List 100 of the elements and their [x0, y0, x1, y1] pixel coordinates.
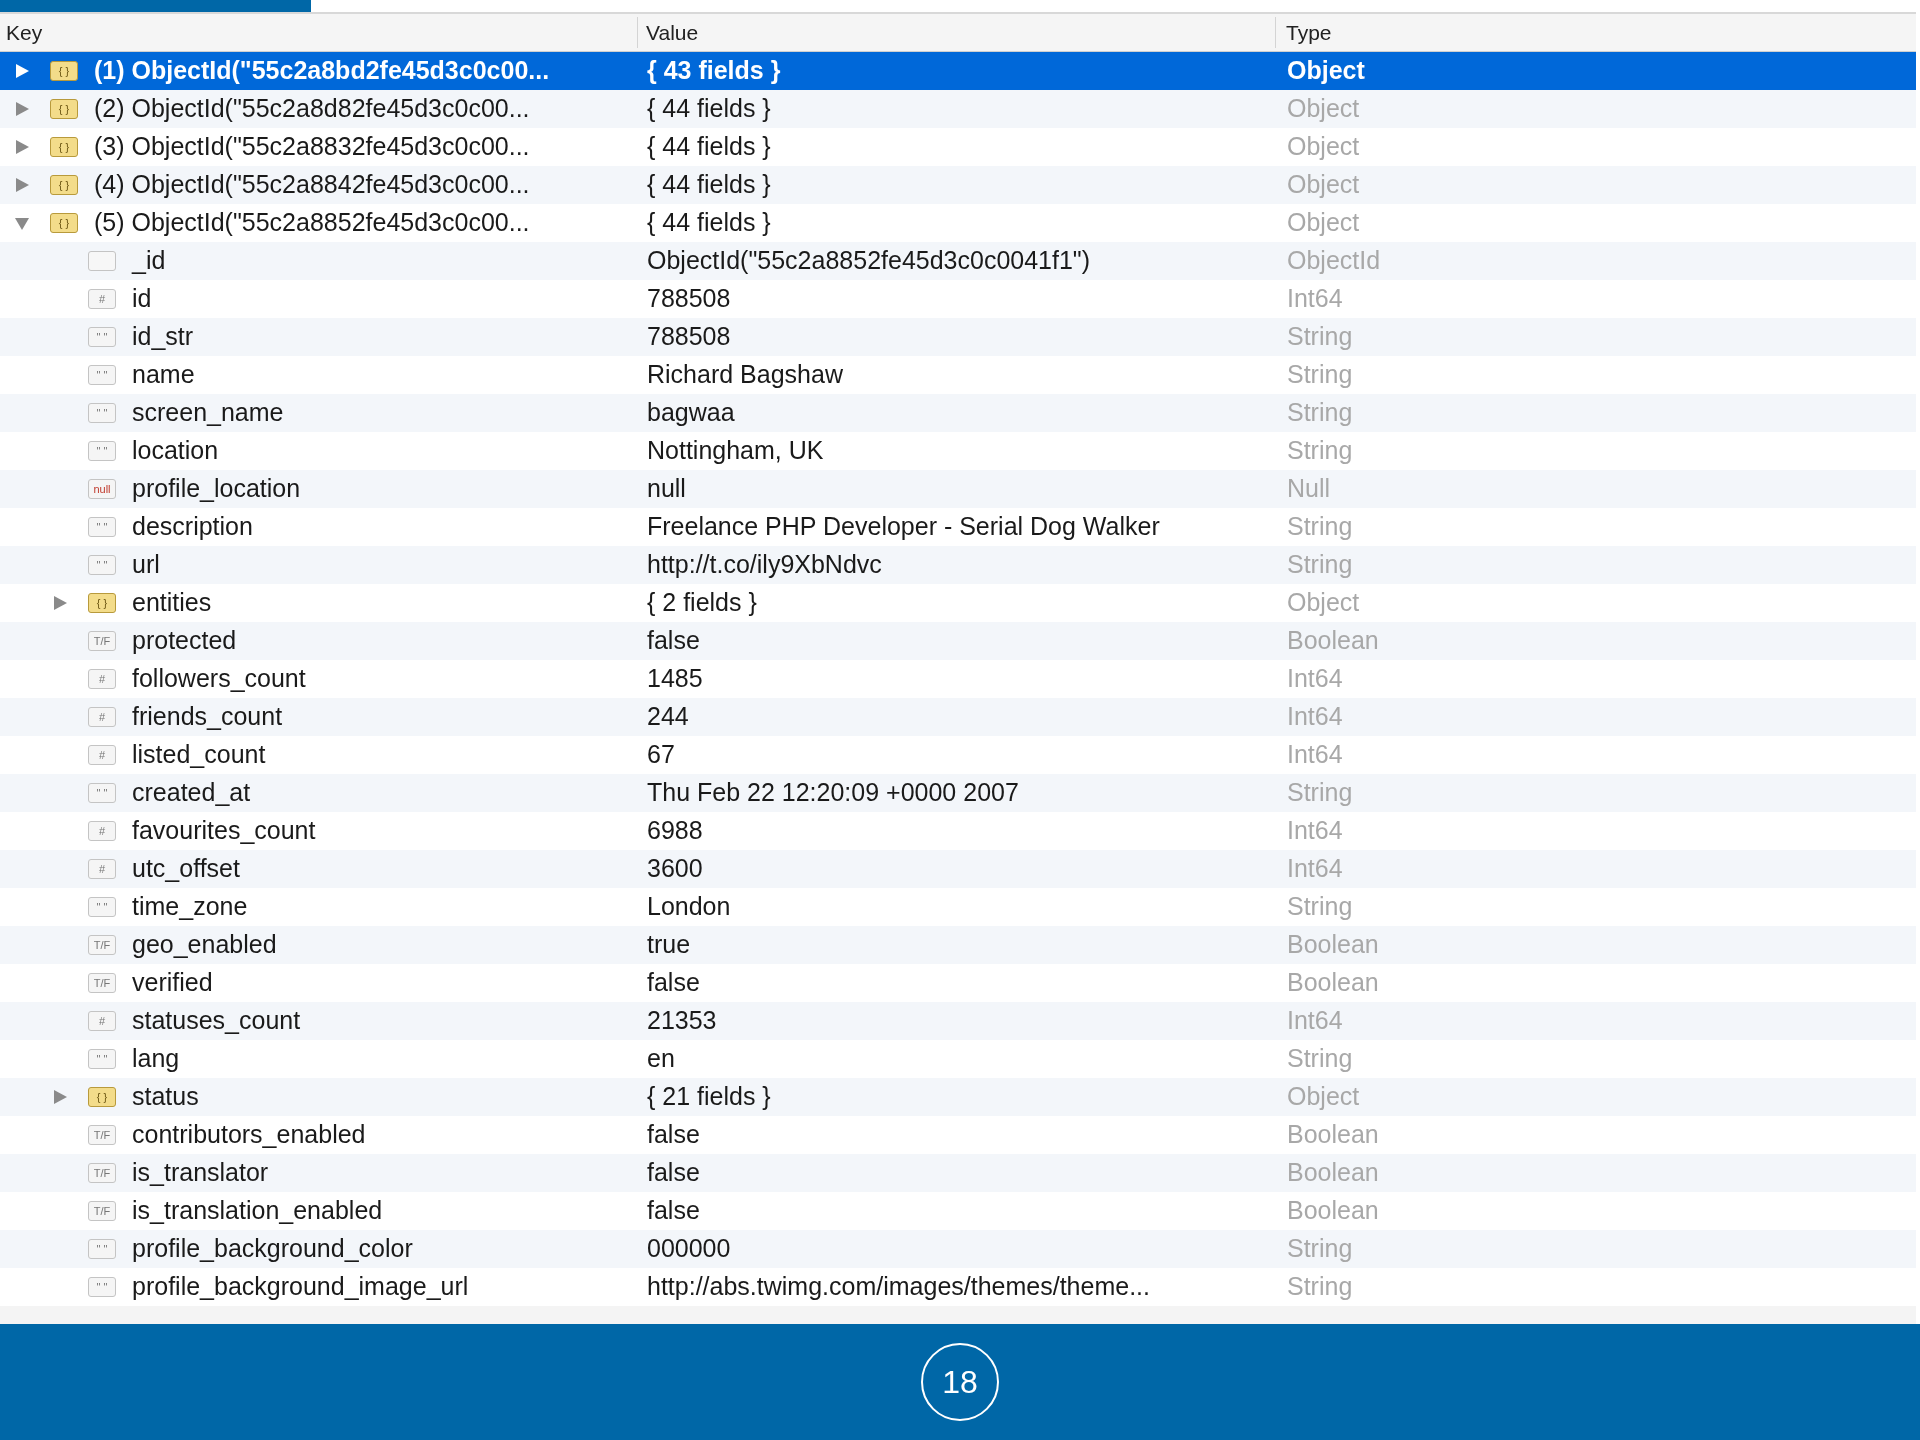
tree-row[interactable]: # followers_count 1485 Int64	[0, 660, 1916, 698]
tree-row[interactable]: T/F contributors_enabled false Boolean	[0, 1116, 1916, 1154]
tree-row[interactable]: { } status { 21 fields } Object	[0, 1078, 1916, 1116]
tree-row[interactable]: " " id_str 788508 String	[0, 318, 1916, 356]
boolean-type-icon: T/F	[88, 1201, 116, 1221]
column-header[interactable]: Type	[1286, 20, 1332, 44]
tree-row[interactable]: null profile_location null Null	[0, 470, 1916, 508]
value-text: false	[647, 1120, 700, 1149]
type-text: ObjectId	[1287, 246, 1381, 275]
object-type-icon: { }	[88, 593, 116, 613]
tree-row[interactable]: T/F geo_enabled true Boolean	[0, 926, 1916, 964]
tree-row[interactable]: { } entities { 2 fields } Object	[0, 584, 1916, 622]
tree-row[interactable]: " " name Richard Bagshaw String	[0, 356, 1916, 394]
key-text: _id	[132, 245, 166, 277]
tree-row[interactable]: # utc_offset 3600 Int64	[0, 850, 1916, 888]
string-type-icon: " "	[88, 365, 116, 385]
type-text: String	[1287, 1272, 1353, 1301]
key-text: (2) ObjectId("55c2a8d82fe45d3c0c00...	[94, 93, 530, 125]
key-text: id_str	[132, 321, 194, 353]
boolean-type-icon: T/F	[88, 973, 116, 993]
value-text: false	[647, 1196, 700, 1225]
type-text: Boolean	[1287, 930, 1379, 959]
tree-row[interactable]: T/F is_translator false Boolean	[0, 1154, 1916, 1192]
boolean-type-icon: T/F	[88, 631, 116, 651]
value-text: { 44 fields }	[647, 94, 771, 123]
tree-row[interactable]: # statuses_count 21353 Int64	[0, 1002, 1916, 1040]
key-text: statuses_count	[132, 1005, 301, 1037]
expand-arrow-icon[interactable]	[52, 595, 68, 611]
tree-row[interactable]: " " description Freelance PHP Developer - Serial Dog Walker String	[0, 508, 1916, 546]
key-text: (1) ObjectId("55c2a8bd2fe45d3c0c00...	[94, 55, 550, 87]
tree-row[interactable]: { } (4) ObjectId("55c2a8842fe45d3c0c00... { 44 fields } Object	[0, 166, 1916, 204]
value-text: 788508	[647, 322, 731, 351]
key-text: listed_count	[132, 739, 266, 771]
value-text: 1485	[647, 664, 703, 693]
type-text: String	[1287, 360, 1353, 389]
tree-row[interactable]: T/F protected false Boolean	[0, 622, 1916, 660]
type-text: Object	[1287, 208, 1360, 237]
tree-row[interactable]: " " profile_background_color 000000 String	[0, 1230, 1916, 1268]
number-type-icon: #	[88, 821, 116, 841]
tree-row[interactable]: # id 788508 Int64	[0, 280, 1916, 318]
key-text: location	[132, 435, 219, 467]
value-text: false	[647, 626, 700, 655]
tree-row[interactable]: T/F is_translation_enabled false Boolean	[0, 1192, 1916, 1230]
expand-arrow-icon[interactable]	[14, 177, 30, 193]
type-text: Int64	[1287, 816, 1343, 845]
number-type-icon: #	[88, 1011, 116, 1031]
key-text: created_at	[132, 777, 251, 809]
key-text: utc_offset	[132, 853, 240, 885]
string-type-icon: " "	[88, 441, 116, 461]
key-text: followers_count	[132, 663, 306, 695]
tree-row[interactable]: T/F verified false Boolean	[0, 964, 1916, 1002]
key-text: profile_background_color	[132, 1233, 413, 1265]
expand-arrow-icon[interactable]	[14, 139, 30, 155]
tree-row[interactable]: { } (2) ObjectId("55c2a8d82fe45d3c0c00... { 44 fields } Object	[0, 90, 1916, 128]
value-text: http://t.co/ily9XbNdvc	[647, 550, 882, 579]
tree-row[interactable]: { } (1) ObjectId("55c2a8bd2fe45d3c0c00... { 43 fields } Object	[0, 52, 1916, 90]
tree-row[interactable]: { } (5) ObjectId("55c2a8852fe45d3c0c00... { 44 fields } Object	[0, 204, 1916, 242]
tree-row[interactable]: " " created_at Thu Feb 22 12:20:09 +0000 2007 String	[0, 774, 1916, 812]
boolean-type-icon: T/F	[88, 1163, 116, 1183]
number-type-icon: #	[88, 707, 116, 727]
tree-row[interactable]: " " location Nottingham, UK String	[0, 432, 1916, 470]
value-text: bagwaa	[647, 398, 735, 427]
type-text: String	[1287, 1044, 1353, 1073]
column-header[interactable]: Value	[646, 20, 699, 44]
key-text: favourites_count	[132, 815, 316, 847]
type-text: String	[1287, 398, 1353, 427]
tree-row[interactable]: " " lang en String	[0, 1040, 1916, 1078]
expand-arrow-icon[interactable]	[14, 63, 30, 79]
key-text: status	[132, 1081, 199, 1113]
tree-row[interactable]: # listed_count 67 Int64	[0, 736, 1916, 774]
tree-row[interactable]: " " time_zone London String	[0, 888, 1916, 926]
tree-row[interactable]: _id ObjectId("55c2a8852fe45d3c0c0041f1") ObjectId	[0, 242, 1916, 280]
string-type-icon: " "	[88, 1239, 116, 1259]
string-type-icon: " "	[88, 897, 116, 917]
tree-row[interactable]: " " profile_background_image_url http://abs.twimg.com/images/themes/theme... String	[0, 1268, 1916, 1306]
object-type-icon: { }	[88, 1087, 116, 1107]
type-text: Int64	[1287, 702, 1343, 731]
value-text: 21353	[647, 1006, 717, 1035]
key-text: profile_location	[132, 473, 301, 505]
key-text: entities	[132, 587, 212, 619]
type-text: String	[1287, 550, 1353, 579]
tree-row[interactable]: " " url http://t.co/ily9XbNdvc String	[0, 546, 1916, 584]
collapse-arrow-icon[interactable]	[14, 215, 30, 231]
tree-row[interactable]: { } (3) ObjectId("55c2a8832fe45d3c0c00... { 44 fields } Object	[0, 128, 1916, 166]
object-type-icon: { }	[50, 213, 78, 233]
expand-arrow-icon[interactable]	[52, 1089, 68, 1105]
object-type-icon: { }	[50, 99, 78, 119]
tree-row[interactable]: # friends_count 244 Int64	[0, 698, 1916, 736]
key-text: screen_name	[132, 397, 284, 429]
tree-row[interactable]: # favourites_count 6988 Int64	[0, 812, 1916, 850]
number-type-icon: #	[88, 859, 116, 879]
expand-arrow-icon[interactable]	[14, 101, 30, 117]
object-type-icon: { }	[50, 137, 78, 157]
tree-row[interactable]: " " screen_name bagwaa String	[0, 394, 1916, 432]
column-header[interactable]: Key	[6, 20, 43, 44]
key-text: profile_background_image_url	[132, 1271, 469, 1303]
type-text: String	[1287, 512, 1353, 541]
number-type-icon: #	[88, 745, 116, 765]
value-text: 788508	[647, 284, 731, 313]
type-text: Object	[1287, 132, 1360, 161]
